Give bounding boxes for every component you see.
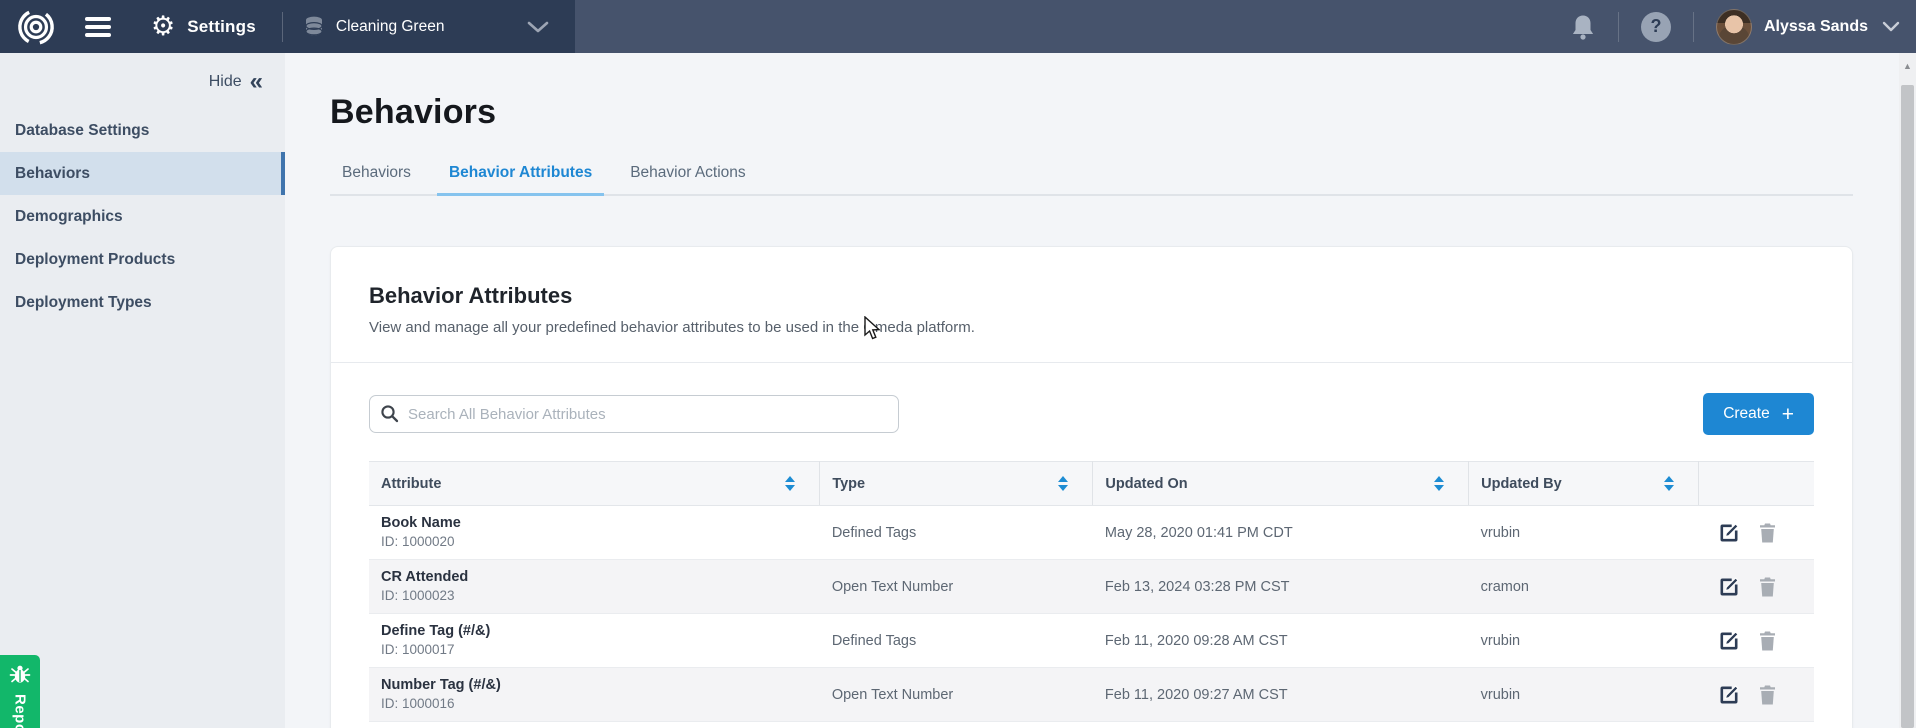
table-row: CR Attended ID: 1000023 Open Text Number… — [369, 560, 1814, 614]
database-name: Cleaning Green — [336, 18, 445, 36]
behavior-attributes-card: Behavior Attributes View and manage all … — [330, 246, 1853, 728]
vertical-scrollbar: ▲ — [1899, 53, 1916, 728]
attribute-id: ID: 1000023 — [381, 587, 808, 605]
app-window: ⚙ Settings Cleaning Green — [0, 0, 1916, 728]
edit-button[interactable] — [1718, 576, 1740, 598]
report-bug-label: Repo — [12, 694, 29, 728]
top-navbar: ⚙ Settings Cleaning Green — [0, 0, 1916, 53]
search-icon — [380, 404, 399, 423]
sidebar-item-deployment-products[interactable]: Deployment Products — [0, 238, 285, 281]
create-button[interactable]: Create + — [1703, 393, 1814, 435]
scroll-up-arrow[interactable]: ▲ — [1899, 53, 1916, 79]
column-header-actions — [1698, 462, 1814, 506]
card-divider — [331, 362, 1852, 363]
tab-behavior-attributes[interactable]: Behavior Attributes — [437, 158, 604, 194]
bug-icon — [9, 664, 31, 686]
omeda-logo-icon[interactable] — [17, 8, 55, 46]
column-label: Updated By — [1481, 476, 1562, 492]
updated-on: Feb 13, 2024 03:28 PM CST — [1093, 560, 1469, 614]
navbar-divider — [1618, 12, 1619, 42]
navbar-left-section: ⚙ Settings Cleaning Green — [0, 0, 575, 53]
main-content: Behaviors Behaviors Behavior Attributes … — [285, 53, 1899, 728]
attribute-id: ID: 1000016 — [381, 695, 808, 713]
table-header-row: Attribute Type Updated On Updated B — [369, 462, 1814, 506]
attribute-type: Open Text Number — [820, 668, 1093, 722]
hide-sidebar-button[interactable]: Hide « — [0, 53, 285, 109]
attribute-name: CR Attended — [381, 568, 808, 587]
delete-button[interactable] — [1758, 576, 1777, 598]
sort-icon — [1664, 476, 1674, 491]
menu-hamburger-icon[interactable] — [85, 17, 111, 37]
hide-label: Hide — [209, 73, 242, 91]
updated-by: cramon — [1469, 560, 1699, 614]
delete-button[interactable] — [1758, 630, 1777, 652]
settings-sidebar: Hide « Database Settings Behaviors Demog… — [0, 53, 285, 728]
database-selector[interactable]: Cleaning Green — [283, 15, 575, 39]
scrollbar-thumb[interactable] — [1901, 85, 1914, 728]
sidebar-nav: Database Settings Behaviors Demographics… — [0, 109, 285, 324]
database-icon — [303, 15, 325, 39]
updated-on: May 28, 2020 01:41 PM CDT — [1093, 506, 1469, 560]
plus-icon: + — [1782, 404, 1794, 425]
attribute-id: ID: 1000020 — [381, 533, 808, 551]
updated-by: vrubin — [1469, 506, 1699, 560]
behavior-attributes-table: Attribute Type Updated On Updated B — [369, 461, 1814, 722]
user-name[interactable]: Alyssa Sands — [1764, 18, 1868, 36]
updated-by: vrubin — [1469, 668, 1699, 722]
chevron-down-icon[interactable] — [527, 21, 549, 33]
table-row: Number Tag (#/&) ID: 1000016 Open Text N… — [369, 668, 1814, 722]
column-header-attribute[interactable]: Attribute — [369, 462, 820, 506]
search-input[interactable] — [369, 395, 899, 433]
edit-button[interactable] — [1718, 630, 1740, 652]
page-title: Behaviors — [330, 93, 1853, 132]
updated-on: Feb 11, 2020 09:27 AM CST — [1093, 668, 1469, 722]
table-row: Define Tag (#/&) ID: 1000017 Defined Tag… — [369, 614, 1814, 668]
attribute-name: Book Name — [381, 514, 808, 533]
sort-icon — [1058, 476, 1068, 491]
behaviors-tab-bar: Behaviors Behavior Attributes Behavior A… — [330, 158, 1853, 196]
create-button-label: Create — [1723, 405, 1770, 423]
table-toolbar: Create + — [369, 393, 1814, 435]
navbar-divider — [1693, 12, 1694, 42]
tab-behaviors[interactable]: Behaviors — [330, 158, 423, 194]
sidebar-item-database-settings[interactable]: Database Settings — [0, 109, 285, 152]
column-header-type[interactable]: Type — [820, 462, 1093, 506]
search-field-wrap — [369, 395, 899, 433]
settings-gear-icon[interactable]: ⚙ — [151, 13, 175, 40]
column-label: Attribute — [381, 476, 441, 492]
attribute-type: Defined Tags — [820, 614, 1093, 668]
notifications-bell-icon[interactable] — [1570, 13, 1596, 41]
sidebar-item-deployment-types[interactable]: Deployment Types — [0, 281, 285, 324]
settings-title: Settings — [187, 17, 256, 37]
sort-icon — [1434, 476, 1444, 491]
sort-icon — [785, 476, 795, 491]
delete-button[interactable] — [1758, 522, 1777, 544]
user-avatar[interactable] — [1716, 9, 1752, 45]
column-label: Updated On — [1105, 476, 1187, 492]
tab-behavior-actions[interactable]: Behavior Actions — [618, 158, 757, 194]
column-header-updated-on[interactable]: Updated On — [1093, 462, 1469, 506]
sidebar-item-demographics[interactable]: Demographics — [0, 195, 285, 238]
card-description: View and manage all your predefined beha… — [369, 319, 1814, 336]
column-header-updated-by[interactable]: Updated By — [1469, 462, 1699, 506]
attribute-type: Defined Tags — [820, 506, 1093, 560]
table-row: Book Name ID: 1000020 Defined Tags May 2… — [369, 506, 1814, 560]
report-bug-tab[interactable]: Repo — [0, 655, 40, 728]
delete-button[interactable] — [1758, 684, 1777, 706]
attribute-id: ID: 1000017 — [381, 641, 808, 659]
help-icon[interactable]: ? — [1641, 12, 1671, 42]
edit-button[interactable] — [1718, 684, 1740, 706]
sidebar-item-behaviors[interactable]: Behaviors — [0, 152, 285, 195]
card-title: Behavior Attributes — [369, 283, 1814, 309]
column-label: Type — [832, 476, 865, 492]
attribute-type: Open Text Number — [820, 560, 1093, 614]
attribute-name: Number Tag (#/&) — [381, 676, 808, 695]
edit-button[interactable] — [1718, 522, 1740, 544]
navbar-right-section: ? Alyssa Sands — [1570, 0, 1916, 53]
user-menu-chevron-down-icon[interactable] — [1882, 21, 1900, 32]
attribute-name: Define Tag (#/&) — [381, 622, 808, 641]
collapse-double-chevron-icon: « — [250, 74, 263, 90]
updated-by: vrubin — [1469, 614, 1699, 668]
updated-on: Feb 11, 2020 09:28 AM CST — [1093, 614, 1469, 668]
